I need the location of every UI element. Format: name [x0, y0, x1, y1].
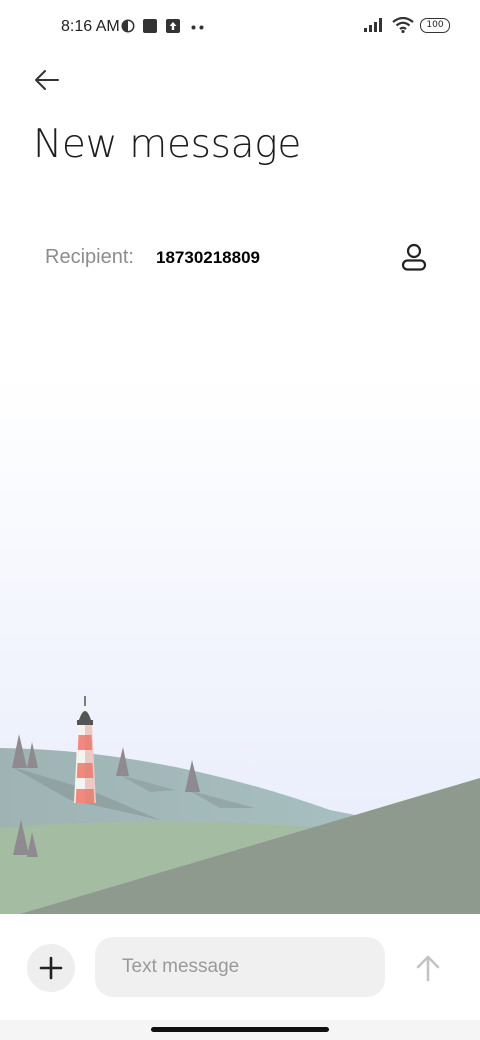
message-composer [0, 914, 480, 1020]
status-bar: 8:16 AM 100 [0, 0, 480, 56]
recipient-label: Recipient: [45, 246, 134, 268]
status-time: 8:16 AM [61, 18, 120, 35]
home-indicator[interactable] [151, 1027, 329, 1032]
status-right: 100 [364, 17, 450, 33]
upload-icon [166, 19, 180, 33]
send-arrow-icon[interactable] [412, 952, 444, 984]
recipient-value[interactable]: 18730218809 [156, 248, 260, 268]
battery-indicator: 100 [420, 17, 450, 33]
circle-half-icon [121, 19, 135, 33]
recipient-field[interactable]: Recipient: 18730218809 [36, 232, 444, 285]
landscape-illustration [0, 280, 480, 914]
text-message-input[interactable] [95, 937, 385, 997]
page-title: New message [33, 122, 302, 167]
plus-icon [39, 956, 63, 980]
square-icon [143, 19, 157, 33]
navigation-bar [0, 1020, 480, 1040]
contact-person-icon[interactable] [400, 242, 428, 274]
add-attachment-button[interactable] [27, 944, 75, 992]
signal-icon [364, 18, 382, 32]
wifi-icon [392, 17, 414, 33]
back-arrow-icon[interactable] [26, 64, 66, 96]
more-dots-icon [191, 25, 204, 30]
